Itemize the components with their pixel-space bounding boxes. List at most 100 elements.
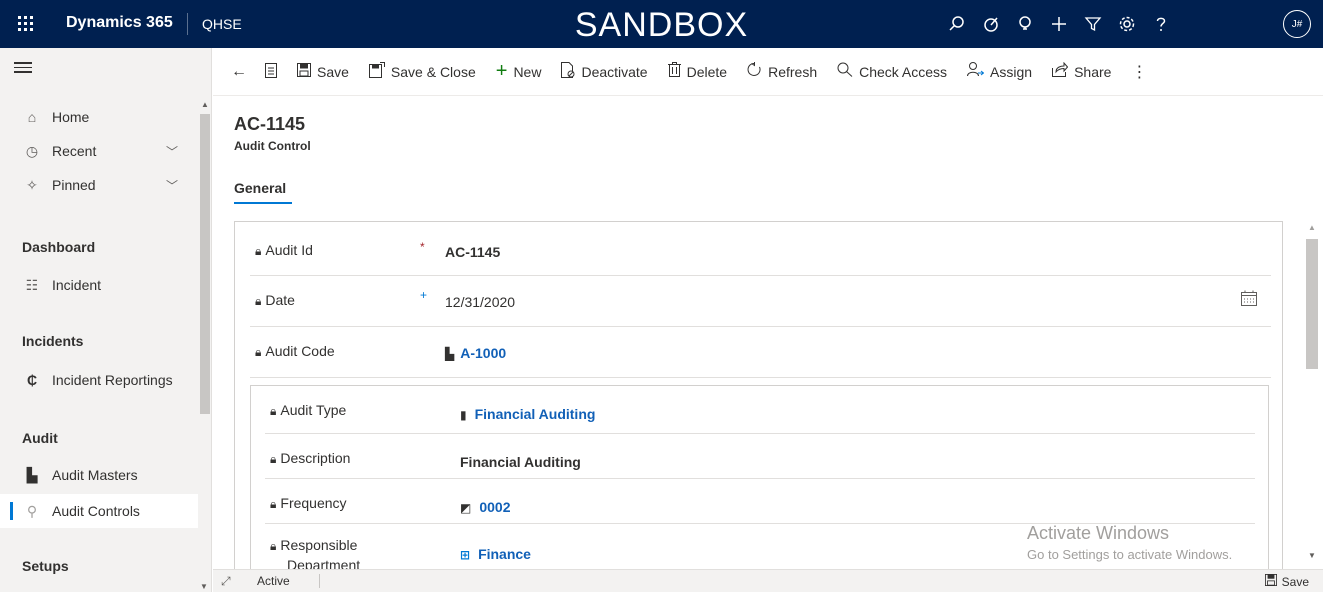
share-icon <box>1052 61 1069 81</box>
sidebar-item-label: Audit Masters <box>52 467 138 483</box>
department-icon: ⊞ <box>460 548 471 562</box>
task-flow-icon[interactable] <box>979 12 1003 36</box>
field-row-frequency: 🔒︎ Frequency ◩ 0002 <box>265 479 1255 524</box>
sidebar-item-incident[interactable]: ☷ Incident <box>0 268 198 302</box>
pin-icon: ✧ <box>26 176 38 193</box>
assign-icon <box>967 62 985 81</box>
check-access-button[interactable]: Check Access <box>827 54 957 90</box>
plus-icon[interactable] <box>1047 12 1071 36</box>
sidebar-item-recent[interactable]: ◷ Recent ﹀ <box>0 134 198 168</box>
sidebar-item-pinned[interactable]: ✧ Pinned ﹀ <box>0 168 198 202</box>
lock-icon: 🔒︎ <box>255 294 262 308</box>
entity-name: Audit Control <box>234 139 311 153</box>
audit-master-icon: ▙ <box>26 466 38 483</box>
description-value[interactable]: Financial Auditing <box>460 454 581 470</box>
calendar-icon[interactable] <box>1241 290 1257 311</box>
delete-button[interactable]: Delete <box>658 54 737 90</box>
scrollbar-thumb[interactable] <box>200 114 210 414</box>
field-row-audit-code: 🔒︎ Audit Code ▙ A-1000 <box>250 327 1271 378</box>
refresh-button[interactable]: Refresh <box>737 54 827 90</box>
sidebar-group-incidents: Incidents <box>22 333 84 349</box>
menu-icon[interactable] <box>14 62 32 76</box>
field-label: 🔒︎ Audit Id <box>255 242 313 258</box>
command-bar: ← Save Save & Close + New Deactivate Del… <box>213 48 1323 96</box>
area-name[interactable]: QHSE <box>202 16 242 32</box>
save-icon <box>297 62 311 81</box>
refresh-label: Refresh <box>768 63 818 80</box>
audit-code-link[interactable]: ▙ A-1000 <box>445 345 506 361</box>
new-button[interactable]: + New <box>486 54 552 90</box>
field-label: 🔒︎ Description <box>270 450 351 466</box>
field-label: 🔒︎ Frequency <box>270 495 347 511</box>
record-status: Active <box>257 574 290 588</box>
app-launcher-icon[interactable] <box>16 14 36 34</box>
check-access-icon <box>837 62 853 81</box>
audit-id-value[interactable]: AC-1145 <box>445 244 500 260</box>
sidebar-item-audit-controls[interactable]: ⚲ Audit Controls <box>0 494 198 528</box>
scroll-up-icon[interactable]: ▲ <box>201 100 209 109</box>
lock-icon: 🔒︎ <box>270 404 277 418</box>
deactivate-button[interactable]: Deactivate <box>551 54 657 90</box>
sidebar-item-label: Pinned <box>52 177 96 193</box>
field-row-description: 🔒︎ Description Financial Auditing <box>265 434 1255 479</box>
audit-type-link[interactable]: ▮ Financial Auditing <box>460 406 595 422</box>
trash-icon <box>667 62 681 81</box>
frequency-link[interactable]: ◩ 0002 <box>460 499 511 515</box>
sidebar-item-audit-masters[interactable]: ▙ Audit Masters <box>0 458 198 492</box>
scroll-down-icon[interactable]: ▼ <box>1308 551 1316 560</box>
save-close-label: Save & Close <box>390 63 476 80</box>
scroll-down-icon[interactable]: ▼ <box>200 582 208 591</box>
field-label: 🔒︎ Audit Code <box>255 343 335 359</box>
date-value[interactable]: 12/31/2020 <box>445 294 515 310</box>
save-icon <box>1264 574 1277 589</box>
assign-button[interactable]: Assign <box>957 54 1042 90</box>
save-button[interactable]: Save <box>287 54 359 90</box>
lock-icon: 🔒︎ <box>270 452 277 466</box>
sidebar-item-home[interactable]: ⌂ Home <box>0 100 198 134</box>
clock-icon: ◷ <box>25 142 39 159</box>
save-label: Save <box>317 63 349 80</box>
more-commands-button[interactable]: ⋮ <box>1121 54 1157 90</box>
status-bar: ⤢ Active Save <box>213 569 1323 592</box>
audit-master-icon: ▙ <box>445 347 455 361</box>
incident-reporting-icon: ₵ <box>26 372 38 388</box>
help-icon[interactable] <box>1149 12 1173 36</box>
tab-active-indicator <box>234 202 292 204</box>
new-label: New <box>513 63 542 80</box>
status-save-button[interactable]: Save <box>1264 574 1309 589</box>
form-selector-button[interactable] <box>255 54 287 90</box>
assign-label: Assign <box>990 63 1033 80</box>
chevron-down-icon[interactable]: ﹀ <box>166 177 178 194</box>
top-navigation-bar: Dynamics 365 QHSE SANDBOX J# <box>0 0 1323 48</box>
filter-icon[interactable] <box>1081 12 1105 36</box>
save-and-close-button[interactable]: Save & Close <box>359 54 486 90</box>
required-marker: * <box>420 240 425 254</box>
app-name[interactable]: Dynamics 365 <box>66 14 173 32</box>
share-button[interactable]: Share <box>1042 54 1121 90</box>
chevron-down-icon[interactable]: ﹀ <box>166 143 178 160</box>
sidebar-scrollbar[interactable]: ▲ <box>198 100 210 460</box>
back-button[interactable]: ← <box>223 54 255 90</box>
message-icon: ◩ <box>460 501 472 515</box>
open-in-new-window-icon[interactable]: ⤢ <box>221 574 231 589</box>
scroll-up-icon[interactable]: ▲ <box>1308 223 1316 232</box>
settings-icon[interactable] <box>1115 12 1139 36</box>
lock-icon: 🔒︎ <box>255 345 262 359</box>
sidebar-item-incident-reportings[interactable]: ₵ Incident Reportings <box>0 363 198 397</box>
sidebar-item-label: Home <box>52 109 90 125</box>
field-label: 🔒︎ Audit Type <box>270 402 347 418</box>
responsible-department-link[interactable]: ⊞ Finance <box>460 546 531 562</box>
more-icon: ⋮ <box>1131 63 1148 81</box>
check-access-label: Check Access <box>859 63 948 80</box>
plus-icon: + <box>495 60 508 82</box>
form-scrollbar[interactable]: ▲ ▼ <box>1303 221 1323 569</box>
user-avatar[interactable]: J# <box>1283 10 1311 38</box>
deactivate-icon <box>561 61 575 82</box>
sidebar-group-setups: Setups <box>22 558 69 574</box>
home-icon: ⌂ <box>27 109 37 125</box>
tab-general[interactable]: General <box>234 180 286 196</box>
lightbulb-icon[interactable] <box>1013 12 1037 36</box>
deactivate-label: Deactivate <box>581 63 648 80</box>
scrollbar-thumb[interactable] <box>1306 239 1318 369</box>
search-icon[interactable] <box>945 12 969 36</box>
